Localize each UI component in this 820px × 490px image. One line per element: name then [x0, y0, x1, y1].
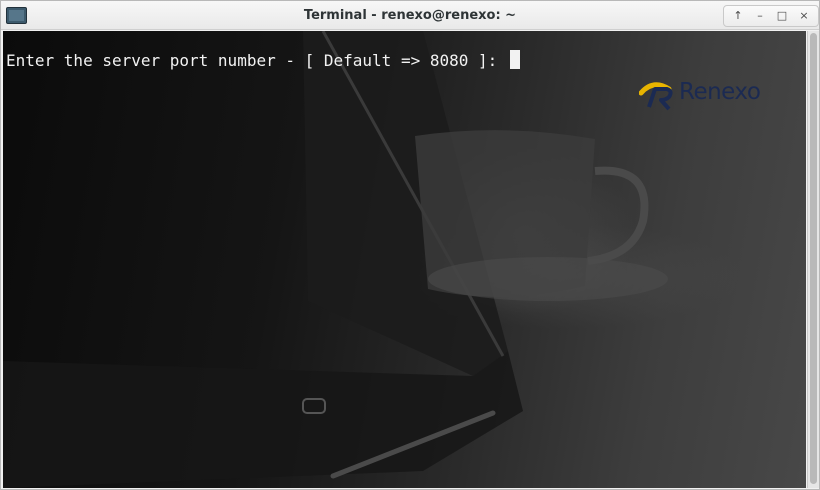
renexo-logo-text: Renexo	[679, 79, 761, 105]
window-controls: ↑ – □ ×	[723, 5, 819, 27]
renexo-logo-icon	[638, 82, 673, 111]
minimize-icon[interactable]: –	[750, 8, 770, 24]
prompt-line: Enter the server port number - [ Default…	[6, 50, 520, 71]
shade-up-icon[interactable]: ↑	[728, 8, 748, 24]
renexo-logo: Renexo	[638, 77, 771, 111]
prompt-text: Enter the server port number - [ Default…	[6, 51, 507, 70]
terminal-window: Terminal - renexo@renexo: ~ ↑ – □ × Rene…	[0, 0, 820, 490]
terminal-output-area[interactable]: Renexo Enter the server port number - [ …	[3, 31, 806, 488]
title-bar[interactable]: Terminal - renexo@renexo: ~ ↑ – □ ×	[1, 1, 819, 30]
vertical-scrollbar[interactable]	[807, 31, 819, 488]
text-cursor[interactable]	[509, 50, 520, 69]
scrollbar-thumb[interactable]	[810, 33, 817, 484]
close-icon[interactable]: ×	[794, 8, 814, 24]
maximize-icon[interactable]: □	[772, 8, 792, 24]
window-title: Terminal - renexo@renexo: ~	[303, 8, 517, 23]
